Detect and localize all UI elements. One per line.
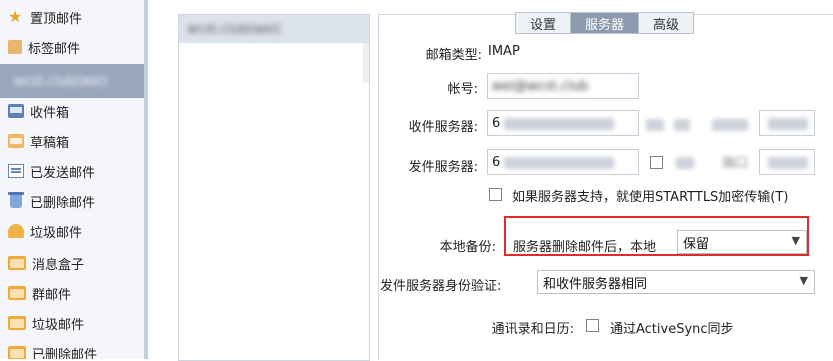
sidebar-item-deleted-folder[interactable]: 已删除邮件 bbox=[0, 338, 146, 359]
contacts-calendar-label: 通讯录和日历: bbox=[491, 322, 574, 337]
starttls-checkbox[interactable] bbox=[489, 188, 502, 201]
sidebar-item-label: 消息盒子 bbox=[32, 257, 85, 273]
redacted-text bbox=[674, 119, 690, 131]
outgoing-server-value: 6 bbox=[492, 154, 501, 170]
redacted-checkbox bbox=[646, 119, 664, 131]
redacted-text bbox=[504, 157, 614, 169]
account-name: wcst.club(wei) bbox=[14, 73, 108, 89]
sidebar-item-drafts[interactable]: 草稿箱 bbox=[0, 126, 146, 156]
sidebar-item-message-box[interactable]: 消息盒子 bbox=[0, 248, 146, 278]
sidebar-item-label: 群邮件 bbox=[32, 287, 72, 303]
account-list-label: wcst.club(wei) bbox=[187, 21, 281, 37]
tab-server[interactable]: 服务器 bbox=[570, 12, 640, 34]
account-field[interactable]: wei@wcst.club bbox=[487, 73, 639, 99]
account-list-scrollbar[interactable] bbox=[363, 43, 369, 83]
local-backup-label: 本地备份: bbox=[439, 240, 496, 255]
folder-icon bbox=[8, 286, 26, 300]
sidebar-item-group-mail[interactable]: 群邮件 bbox=[0, 278, 146, 308]
activesync-checkbox[interactable] bbox=[586, 319, 599, 332]
account-list-panel: wcst.club(wei) bbox=[178, 14, 370, 361]
sidebar-scrollbar[interactable] bbox=[144, 0, 148, 359]
redacted-text bbox=[676, 157, 694, 169]
sidebar-item-label: 标签邮件 bbox=[28, 41, 81, 57]
folder-sidebar: 置顶邮件 标签邮件 wcst.club(wei) 收件箱 草稿箱 已发送邮件 已… bbox=[0, 0, 147, 359]
outgoing-auth-select[interactable]: 和收件服务器相同 ▼ bbox=[537, 270, 815, 294]
sent-icon bbox=[8, 164, 24, 178]
sidebar-item-spam[interactable]: 垃圾邮件 bbox=[0, 216, 146, 246]
account-value: wei@wcst.club bbox=[492, 78, 589, 94]
incoming-server-label: 收件服务器: bbox=[408, 120, 478, 135]
outgoing-auth-label: 发件服务器身份验证: bbox=[380, 279, 502, 294]
tab-settings[interactable]: 设置 bbox=[515, 12, 572, 34]
sidebar-item-label: 已发送邮件 bbox=[30, 165, 96, 181]
folder-icon bbox=[8, 316, 26, 330]
settings-tabs: 设置 服务器 高级 bbox=[515, 12, 695, 34]
chevron-down-icon: ▼ bbox=[799, 274, 808, 287]
redacted-text bbox=[768, 157, 808, 169]
inbox-icon bbox=[8, 104, 24, 118]
mail-type-value: IMAP bbox=[488, 44, 520, 59]
incoming-server-field[interactable]: 6 bbox=[487, 110, 639, 136]
sidebar-item-label: 垃圾邮件 bbox=[30, 225, 83, 241]
sidebar-item-label: 已删除邮件 bbox=[30, 195, 96, 211]
sidebar-item-deleted[interactable]: 已删除邮件 bbox=[0, 186, 146, 216]
mail-type-label: 邮箱类型: bbox=[425, 48, 482, 63]
outgoing-port-field[interactable] bbox=[759, 149, 815, 175]
redacted-text bbox=[504, 118, 614, 130]
sidebar-item-junk-folder[interactable]: 垃圾邮件 bbox=[0, 308, 146, 338]
redacted-text bbox=[712, 119, 748, 131]
outgoing-server-label: 发件服务器: bbox=[408, 160, 478, 175]
starttls-label: 如果服务器支持，就使用STARTTLS加密传输(T) bbox=[512, 190, 789, 205]
spam-icon bbox=[8, 224, 24, 238]
sidebar-item-account[interactable]: wcst.club(wei) bbox=[0, 64, 146, 98]
incoming-port-field[interactable] bbox=[759, 110, 815, 136]
port-label: 端口 bbox=[722, 156, 749, 171]
sidebar-item-label: 收件箱 bbox=[30, 105, 70, 121]
sidebar-item-pinned[interactable]: 置顶邮件 bbox=[0, 2, 146, 32]
sidebar-item-label: 置顶邮件 bbox=[30, 11, 83, 27]
draft-icon bbox=[8, 134, 24, 148]
redacted-text bbox=[768, 118, 808, 130]
sidebar-item-label: 垃圾邮件 bbox=[32, 317, 85, 333]
sidebar-item-label: 草稿箱 bbox=[30, 135, 70, 151]
outgoing-server-field[interactable]: 6 bbox=[487, 149, 639, 175]
sidebar-item-sent[interactable]: 已发送邮件 bbox=[0, 156, 146, 186]
activesync-label: 通过ActiveSync同步 bbox=[610, 322, 734, 337]
sidebar-item-inbox[interactable]: 收件箱 bbox=[0, 96, 146, 126]
star-icon bbox=[8, 7, 24, 26]
outgoing-ssl-checkbox[interactable] bbox=[650, 156, 663, 169]
highlight-box bbox=[504, 216, 809, 256]
sidebar-item-tagged[interactable]: 标签邮件 bbox=[0, 32, 146, 62]
sidebar-item-label: 已删除邮件 bbox=[32, 347, 98, 360]
incoming-server-value: 6 bbox=[492, 115, 501, 131]
outgoing-auth-value: 和收件服务器相同 bbox=[543, 276, 648, 292]
account-list-item[interactable]: wcst.club(wei) bbox=[179, 15, 369, 43]
folder-icon bbox=[8, 346, 26, 359]
folder-icon bbox=[8, 256, 26, 270]
tab-advanced[interactable]: 高级 bbox=[638, 12, 695, 34]
trash-icon bbox=[8, 192, 24, 208]
tag-icon bbox=[8, 40, 22, 54]
account-label: 帐号: bbox=[447, 82, 478, 97]
